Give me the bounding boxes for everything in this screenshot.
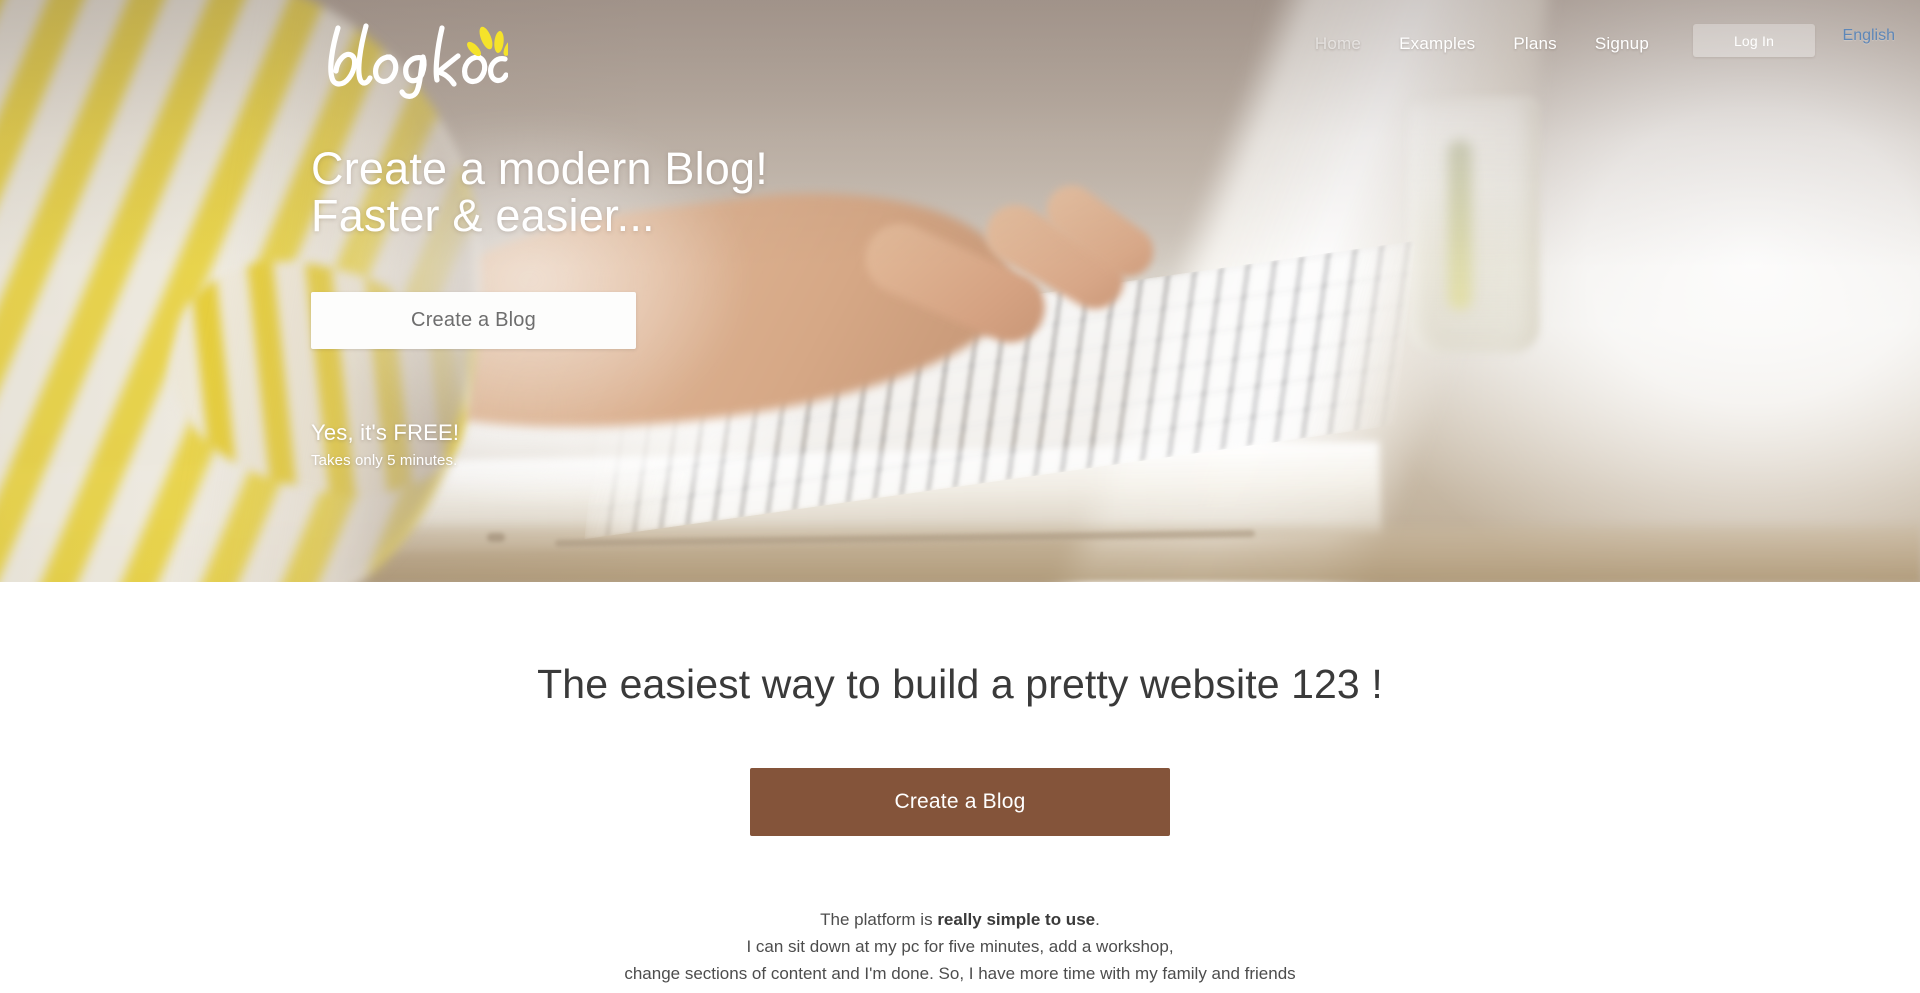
nav-link-signup[interactable]: Signup xyxy=(1576,28,1668,60)
logo-petals xyxy=(467,26,508,57)
hero-free-label: Yes, it's FREE! xyxy=(311,420,460,445)
nav-links: Home Examples Plans Signup xyxy=(1296,28,1668,60)
testimonial-line-1-prefix: The platform is xyxy=(820,910,938,930)
hero-title-line-1: Create a modern Blog! xyxy=(311,143,768,194)
testimonial-line-1-suffix: . xyxy=(1095,910,1100,930)
top-navigation-bar: Home Examples Plans Signup Log In Englis… xyxy=(0,0,1920,120)
testimonial-line-2: I can sit down at my pc for five minutes… xyxy=(746,937,1174,957)
main-create-blog-button[interactable]: Create a Blog xyxy=(750,768,1170,837)
hero-title-line-2: Faster & easier... xyxy=(311,190,655,241)
nav-link-home[interactable]: Home xyxy=(1296,28,1380,60)
nav-link-plans[interactable]: Plans xyxy=(1494,28,1576,60)
testimonial-line-1-emphasis: really simple to use xyxy=(937,910,1096,930)
main-content-section: The easiest way to build a pretty websit… xyxy=(0,582,1920,988)
hero-create-blog-button[interactable]: Create a Blog xyxy=(311,292,636,349)
nav-link-examples[interactable]: Examples xyxy=(1380,28,1494,60)
testimonial-line-1: The platform is really simple to use. xyxy=(410,906,1510,933)
hero-copy-block: Create a modern Blog! Faster & easier...… xyxy=(311,145,768,469)
page-title: The easiest way to build a pretty websit… xyxy=(537,661,1383,707)
testimonial-block: The platform is really simple to use. I … xyxy=(410,906,1510,987)
login-button[interactable]: Log In xyxy=(1693,24,1815,57)
testimonial-line-3: change sections of content and I'm done.… xyxy=(624,964,1296,984)
brand-logo[interactable] xyxy=(318,16,508,100)
hero-duration-label: Takes only 5 minutes. xyxy=(311,452,458,469)
language-selector-link[interactable]: English xyxy=(1843,27,1895,45)
hero-section: Home Examples Plans Signup Log In Englis… xyxy=(0,0,1920,582)
